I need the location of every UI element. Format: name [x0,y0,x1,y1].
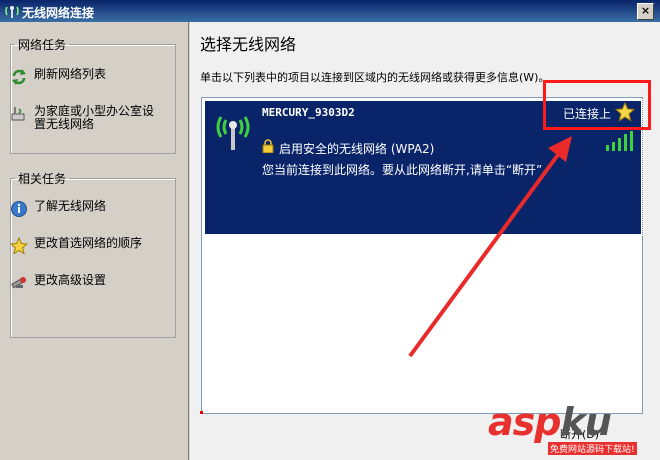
watermark-ku: ku [560,400,611,444]
change-advanced-settings-label: 更改高级设置 [34,273,107,287]
page-title: 选择无线网络 [200,35,297,54]
change-preferred-order-label: 更改首选网络的顺序 [34,236,143,250]
refresh-network-list-link[interactable]: 刷新网络列表 [10,68,164,86]
wireless-antenna-icon [216,116,250,150]
security-label: 启用安全的无线网络 (WPA2) [279,142,435,156]
title-bar: 无线网络连接 × [0,0,660,22]
close-button[interactable]: × [637,3,654,20]
signal-strength-icon [606,131,633,151]
watermark-brand: aspku [488,400,612,444]
watermark-tagline: 免费网站源码下载站! [548,442,637,455]
settings-icon [11,277,26,289]
lock-icon [262,139,274,153]
connection-info: 您当前连接到此网络。要从此网络断开,请单击“断开”。 [262,163,555,177]
refresh-network-list-label: 刷新网络列表 [34,67,107,81]
change-advanced-settings-link[interactable]: 更改高级设置 [10,274,164,292]
learn-wireless-label: 了解无线网络 [34,199,107,213]
instructions-text: 单击以下列表中的项目以连接到区域内的无线网络或获得更多信息(W)。 [200,71,550,84]
change-preferred-order-link[interactable]: 更改首选网络的顺序 [10,237,164,255]
wireless-network-icon [5,6,19,18]
task-pane: 网络任务 刷新网络列表 为家庭或小型办公室设置无线网络 相关任务 了解无线网络 [0,22,189,460]
network-tasks-title: 网络任务 [18,38,67,52]
learn-wireless-link[interactable]: 了解无线网络 [10,200,164,218]
annotation-highlight-box [543,80,651,130]
watermark-logo: aspku 免费网站源码下载站! [488,402,656,458]
star-icon [10,237,28,255]
window-title: 无线网络连接 [22,6,95,20]
watermark-asp: asp [488,400,561,444]
setup-home-wireless-label: 为家庭或小型办公室设置无线网络 [34,104,155,131]
red-dot [200,411,203,414]
related-tasks-title: 相关任务 [18,172,67,186]
network-tasks-group: 网络任务 [10,36,176,154]
refresh-icon [12,69,26,85]
wireless-setup-icon [11,107,25,121]
network-ssid: MERCURY_9303D2 [262,106,355,119]
setup-home-wireless-link[interactable]: 为家庭或小型办公室设置无线网络 [10,105,159,131]
network-list[interactable]: MERCURY_9303D2 已连接上 启用安全的无线网络 (WPA2) 您当前… [201,97,643,414]
info-icon [11,201,27,217]
